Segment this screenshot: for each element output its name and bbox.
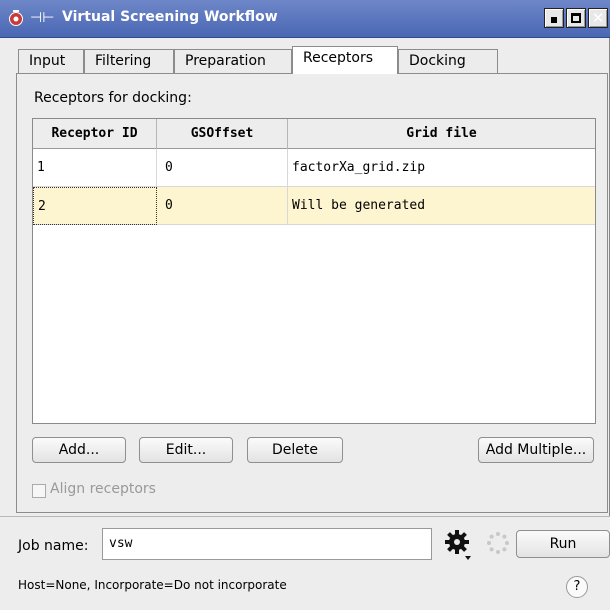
close-button[interactable]: ✕ [588,8,608,28]
tab-input[interactable]: Input [18,49,84,73]
table-row[interactable]: 1 0 factorXa_grid.zip [33,149,595,187]
spinner-icon [487,532,509,554]
minimize-icon [551,17,557,23]
column-header-receptor-id[interactable]: Receptor ID [33,119,157,149]
table-header: Receptor ID GSOffset Grid file [33,119,595,149]
status-text: Host=None, Incorporate=Do not incorporat… [18,578,287,592]
tab-docking[interactable]: Docking [398,49,498,73]
close-icon: ✕ [591,8,605,27]
column-header-gsoffset[interactable]: GSOffset [157,119,288,149]
vsw-window: ⊣⊢ Virtual Screening Workflow ✕ Input Fi… [0,0,610,610]
edit-button[interactable]: Edit... [139,437,233,463]
align-receptors-checkbox[interactable] [32,484,46,498]
maximize-icon [571,13,581,23]
delete-button[interactable]: Delete [247,437,343,463]
tab-receptors[interactable]: Receptors [292,46,398,74]
job-name-input[interactable]: vsw [102,528,432,560]
grid-file-cell[interactable]: Will be generated [288,187,595,225]
tab-preparation[interactable]: Preparation [174,49,292,73]
receptors-table[interactable]: Receptor ID GSOffset Grid file 1 0 facto… [32,118,596,424]
column-header-grid-file[interactable]: Grid file [288,119,595,149]
add-button[interactable]: Add... [32,437,126,463]
add-multiple-button[interactable]: Add Multiple... [478,437,594,463]
app-icon[interactable] [8,10,24,26]
gsoffset-cell[interactable]: 0 [157,149,288,187]
window-title: Virtual Screening Workflow [62,9,278,25]
receptor-id-cell[interactable]: 2 [33,187,157,225]
tab-filtering[interactable]: Filtering [84,49,174,73]
pin-icon[interactable]: ⊣⊢ [30,9,54,27]
job-name-label: Job name: [18,538,89,554]
table-row[interactable]: 2 0 Will be generated [33,187,595,225]
align-receptors-label: Align receptors [50,481,156,497]
help-icon[interactable]: ? [566,576,588,598]
minimize-button[interactable] [544,8,564,28]
grid-file-cell[interactable]: factorXa_grid.zip [288,149,595,187]
receptor-id-cell[interactable]: 1 [33,149,157,187]
gsoffset-cell[interactable]: 0 [157,187,288,225]
maximize-button[interactable] [566,8,586,28]
run-button[interactable]: Run [516,530,610,558]
title-bar[interactable]: ⊣⊢ Virtual Screening Workflow ✕ [0,0,610,38]
gear-icon[interactable] [444,528,474,562]
receptors-section-label: Receptors for docking: [34,90,192,106]
